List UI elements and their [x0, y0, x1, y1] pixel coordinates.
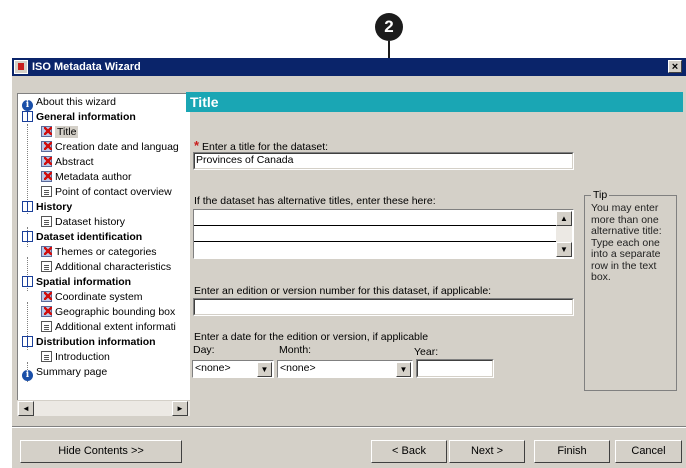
year-input[interactable] — [416, 359, 494, 378]
tree-item-dataset-identification[interactable]: Dataset identification — [22, 230, 142, 245]
tree-item-label: Additional characteristics — [55, 261, 172, 273]
year-label: Year: — [414, 346, 439, 358]
title-label-row: * Enter a title for the dataset: — [194, 138, 328, 153]
tree-item-label: Abstract — [55, 156, 94, 168]
book-icon — [22, 201, 33, 212]
month-value: <none> — [280, 362, 316, 374]
tree-item-label: General information — [36, 111, 136, 123]
scroll-up-icon[interactable]: ▲ — [556, 211, 572, 226]
tree-item-abstract[interactable]: Abstract — [41, 155, 94, 170]
tree-item-label: Dataset history — [55, 216, 126, 228]
close-icon[interactable]: × — [668, 60, 682, 73]
tree-item-summary-page[interactable]: i Summary page — [22, 365, 108, 381]
edition-label: Enter an edition or version number for t… — [194, 285, 492, 297]
tree-item-additional-extent[interactable]: Additional extent informati — [41, 320, 176, 335]
book-icon — [22, 111, 33, 122]
tree-item-creation-date[interactable]: Creation date and languag — [41, 140, 179, 155]
contents-tree: i About this wizard General information T… — [17, 93, 190, 416]
tree-item-history[interactable]: History — [22, 200, 72, 215]
callout-number: 2 — [375, 13, 403, 41]
tree-item-label: Dataset identification — [36, 231, 143, 243]
tree-item-general-information[interactable]: General information — [22, 110, 136, 125]
tree-item-label: Themes or categories — [55, 246, 157, 258]
tree-item-coordinate-system[interactable]: Coordinate system — [41, 290, 143, 305]
tree-item-introduction[interactable]: Introduction — [41, 350, 110, 365]
required-page-icon — [41, 291, 52, 302]
info-icon: i — [22, 370, 33, 381]
tree-item-distribution-information[interactable]: Distribution information — [22, 335, 156, 350]
required-page-icon — [41, 306, 52, 317]
title-input-value: Provinces of Canada — [196, 154, 294, 166]
app-icon — [14, 60, 28, 74]
required-marker: * — [194, 138, 200, 153]
tree-item-label: Geographic bounding box — [55, 306, 176, 318]
next-button[interactable]: Next > — [449, 440, 525, 463]
wizard-window: ISO Metadata Wizard × i About this wizard… — [12, 58, 686, 468]
tree-item-label: Metadata author — [55, 171, 132, 183]
tree-item-label: Creation date and languag — [55, 141, 179, 153]
tree-item-themes[interactable]: Themes or categories — [41, 245, 157, 260]
scroll-left-icon[interactable]: ◄ — [18, 401, 34, 416]
cancel-button[interactable]: Cancel — [615, 440, 682, 463]
month-dropdown[interactable]: <none> ▼ — [277, 360, 413, 378]
tree-item-label: Coordinate system — [55, 291, 143, 303]
chevron-down-icon[interactable]: ▼ — [257, 362, 272, 377]
required-page-icon — [41, 156, 52, 167]
alt-titles-label: If the dataset has alternative titles, e… — [194, 195, 436, 207]
day-value: <none> — [195, 362, 231, 374]
tree-item-metadata-author[interactable]: Metadata author — [41, 170, 131, 185]
tip-panel: Tip You may enter more than one alternat… — [584, 189, 677, 391]
tree-item-label: Distribution information — [36, 336, 156, 348]
date-label: Enter a date for the edition or version,… — [194, 331, 429, 343]
title-input[interactable]: Provinces of Canada — [193, 152, 574, 170]
tree-item-label: Summary page — [36, 366, 108, 378]
page-icon — [41, 321, 52, 332]
tree-item-dataset-history[interactable]: Dataset history — [41, 215, 125, 230]
page-title: Title — [186, 92, 683, 112]
scroll-down-icon[interactable]: ▼ — [556, 242, 572, 257]
tree-item-about[interactable]: i About this wizard — [22, 95, 116, 111]
tree-item-title[interactable]: Title — [41, 125, 79, 140]
tree-item-additional-characteristics[interactable]: Additional characteristics — [41, 260, 171, 275]
book-icon — [22, 336, 33, 347]
separator — [12, 426, 686, 428]
tree-item-label: Spatial information — [36, 276, 132, 288]
hide-contents-button[interactable]: Hide Contents >> — [20, 440, 182, 463]
edition-input[interactable] — [193, 298, 574, 316]
tip-title: Tip — [591, 189, 610, 201]
window-title: ISO Metadata Wizard — [32, 61, 141, 73]
tree-item-label: About this wizard — [36, 96, 116, 108]
page-icon — [41, 351, 52, 362]
required-page-icon — [41, 126, 52, 137]
chevron-down-icon[interactable]: ▼ — [396, 362, 411, 377]
tree-item-point-of-contact[interactable]: Point of contact overview — [41, 185, 172, 200]
page-icon — [41, 216, 52, 227]
page-icon — [41, 261, 52, 272]
tree-item-spatial-information[interactable]: Spatial information — [22, 275, 131, 290]
alternative-titles-grid[interactable]: ▲ ▼ — [193, 209, 574, 259]
book-icon — [22, 276, 33, 287]
tree-item-bounding-box[interactable]: Geographic bounding box — [41, 305, 175, 320]
tree-item-label: Introduction — [55, 351, 110, 363]
alt-titles-scrollbar[interactable]: ▲ ▼ — [556, 211, 572, 257]
scroll-right-icon[interactable]: ► — [172, 401, 188, 416]
title-bar: ISO Metadata Wizard × — [12, 58, 686, 76]
finish-button[interactable]: Finish — [534, 440, 610, 463]
tree-item-label: Title — [55, 126, 79, 138]
tree-horizontal-scrollbar[interactable]: ◄ ► — [17, 400, 190, 416]
required-page-icon — [41, 171, 52, 182]
page-icon — [41, 186, 52, 197]
tree-item-label: Additional extent informati — [55, 321, 176, 333]
required-page-icon — [41, 141, 52, 152]
tree-item-label: History — [36, 201, 73, 213]
day-dropdown[interactable]: <none> ▼ — [192, 360, 274, 378]
book-icon — [22, 231, 33, 242]
month-label: Month: — [279, 344, 312, 356]
tip-text: You may enter more than one alternative … — [591, 202, 662, 283]
tree-item-label: Point of contact overview — [55, 186, 172, 198]
back-button[interactable]: < Back — [371, 440, 447, 463]
day-label: Day: — [193, 344, 215, 356]
required-page-icon — [41, 246, 52, 257]
